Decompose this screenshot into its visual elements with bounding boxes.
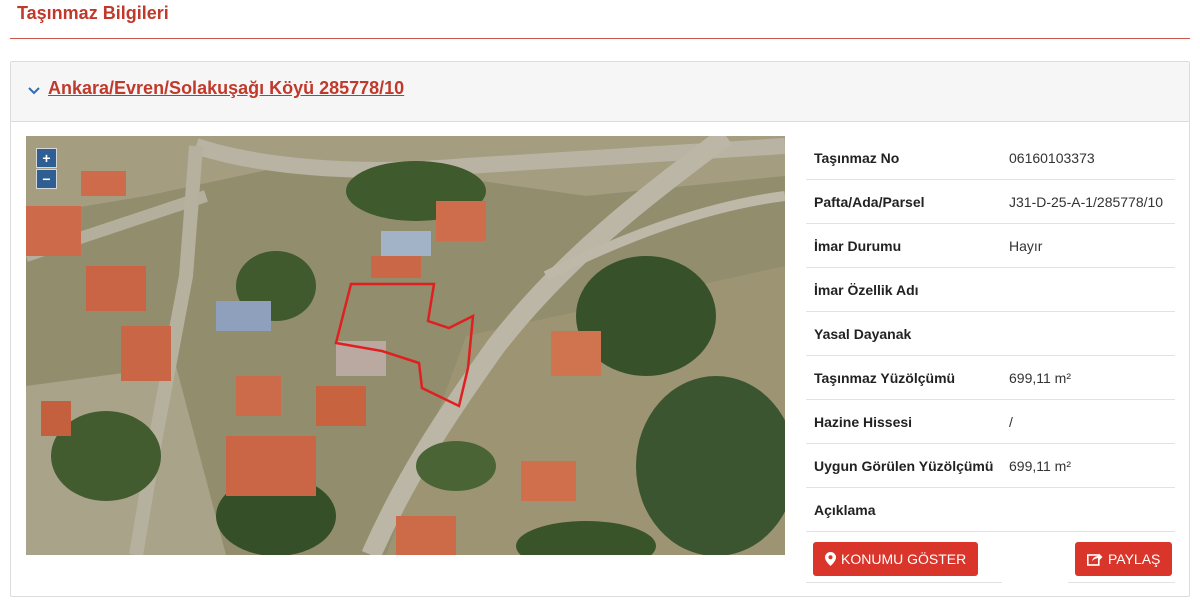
share-label: PAYLAŞ bbox=[1108, 551, 1161, 567]
detail-value: Hayır bbox=[1009, 238, 1043, 254]
detail-row: Açıklama bbox=[806, 488, 1175, 532]
chevron-down-icon[interactable] bbox=[26, 82, 42, 98]
property-panel: Ankara/Evren/Solakuşağı Köyü 285778/10 +… bbox=[10, 61, 1190, 597]
detail-row: Hazine Hissesi / bbox=[806, 400, 1175, 444]
detail-value: 699,11 m² bbox=[1009, 458, 1071, 474]
detail-value bbox=[1009, 323, 1175, 345]
page-title: Taşınmaz Bilgileri bbox=[17, 3, 169, 23]
share-button[interactable]: PAYLAŞ bbox=[1075, 542, 1173, 576]
action-row: KONUMU GÖSTER PAYLAŞ bbox=[806, 532, 1175, 584]
divider bbox=[806, 582, 1002, 583]
detail-key: Açıklama bbox=[814, 502, 876, 518]
parcel-map[interactable]: + − bbox=[26, 136, 785, 555]
page-header: Taşınmaz Bilgileri bbox=[10, 0, 1190, 39]
show-location-button[interactable]: KONUMU GÖSTER bbox=[813, 542, 979, 576]
detail-row: Taşınmaz No 06160103373 bbox=[806, 136, 1175, 180]
detail-key: Pafta/Ada/Parsel bbox=[814, 194, 925, 210]
detail-row: Taşınmaz Yüzölçümü 699,11 m² bbox=[806, 356, 1175, 400]
detail-value: 06160103373 bbox=[1009, 150, 1095, 166]
detail-key: İmar Özellik Adı bbox=[814, 282, 919, 298]
detail-value: J31-D-25-A-1/285778/10 bbox=[1009, 194, 1164, 210]
zoom-out-button[interactable]: − bbox=[36, 169, 57, 189]
zoom-in-button[interactable]: + bbox=[36, 148, 57, 168]
detail-row: Pafta/Ada/Parsel J31-D-25-A-1/285778/10 bbox=[806, 180, 1175, 224]
property-title-link[interactable]: Ankara/Evren/Solakuşağı Köyü 285778/10 bbox=[48, 78, 404, 99]
share-icon bbox=[1087, 553, 1103, 566]
detail-key: Yasal Dayanak bbox=[814, 326, 912, 342]
detail-key: İmar Durumu bbox=[814, 238, 902, 254]
detail-key: Taşınmaz No bbox=[814, 150, 900, 166]
detail-key: Taşınmaz Yüzölçümü bbox=[814, 370, 956, 386]
detail-key: Hazine Hissesi bbox=[814, 414, 913, 430]
detail-row: İmar Özellik Adı bbox=[806, 268, 1175, 312]
property-details: Taşınmaz No 06160103373 Pafta/Ada/Parsel… bbox=[806, 136, 1175, 584]
show-location-label: KONUMU GÖSTER bbox=[841, 551, 967, 567]
detail-row: Yasal Dayanak bbox=[806, 312, 1175, 356]
panel-header[interactable]: Ankara/Evren/Solakuşağı Köyü 285778/10 bbox=[11, 62, 1189, 122]
detail-value: / bbox=[1009, 414, 1013, 430]
detail-key: Uygun Görülen Yüzölçümü bbox=[814, 458, 994, 474]
detail-row: Uygun Görülen Yüzölçümü 699,11 m² bbox=[806, 444, 1175, 488]
detail-value bbox=[1009, 279, 1175, 301]
detail-value: 699,11 m² bbox=[1009, 370, 1071, 386]
detail-value bbox=[1009, 499, 1175, 521]
detail-row: İmar Durumu Hayır bbox=[806, 224, 1175, 268]
map-marker-icon bbox=[825, 552, 836, 566]
divider bbox=[1068, 582, 1175, 583]
